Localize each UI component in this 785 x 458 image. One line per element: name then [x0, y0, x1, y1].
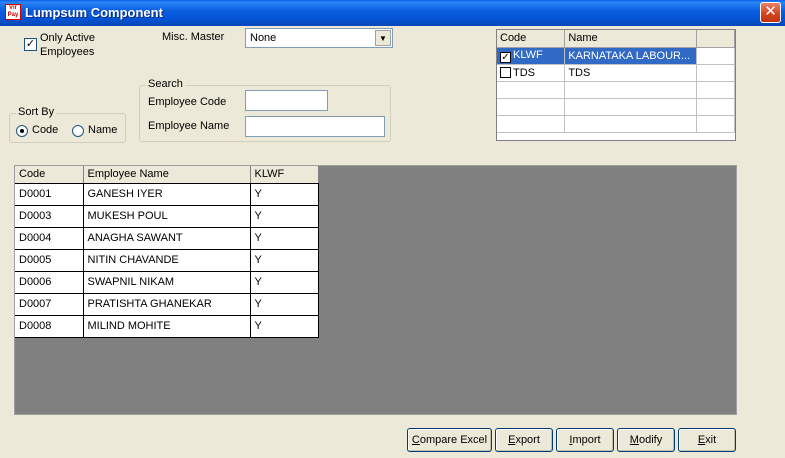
- employee-code-cell[interactable]: D0008: [15, 315, 84, 338]
- employee-grid-area[interactable]: Code Employee Name KLWF D0001 GANESH IYER…: [14, 165, 737, 415]
- employee-code-cell[interactable]: D0004: [15, 227, 84, 250]
- only-active-checkbox[interactable]: ✓: [24, 38, 37, 51]
- column-header-name[interactable]: Name: [564, 30, 698, 48]
- table-row[interactable]: D0008 MILIND MOHITE Y: [15, 315, 319, 338]
- column-header-employee-name[interactable]: Employee Name: [83, 166, 251, 184]
- klwf-cell[interactable]: Y: [250, 183, 319, 206]
- component-row[interactable]: TDS TDS: [497, 64, 735, 82]
- close-button[interactable]: ✕: [760, 2, 781, 23]
- lumpsum-component-window: Vir Pay Lumpsum Component ✕ ✓ Only Active…: [0, 0, 785, 458]
- table-row[interactable]: D0007 PRATISHTA GHANEKAR Y: [15, 293, 319, 316]
- checkbox-checked-icon[interactable]: ✓: [500, 51, 511, 63]
- employee-code-cell[interactable]: D0006: [15, 271, 84, 294]
- column-header-code[interactable]: Code: [15, 166, 84, 184]
- compare-excel-label: ompare Excel: [419, 434, 488, 446]
- misc-master-value: None: [250, 32, 277, 44]
- employee-code-input[interactable]: [245, 90, 328, 111]
- component-code: KLWF: [513, 48, 543, 61]
- title-bar[interactable]: Vir Pay Lumpsum Component ✕: [0, 0, 785, 26]
- component-grid[interactable]: Code Name ✓ KLWF KARNATAKA LABOUR... TDS …: [496, 29, 736, 141]
- column-header-blank: [696, 30, 735, 48]
- modify-button[interactable]: Modify: [617, 428, 675, 452]
- employee-name-cell[interactable]: SWAPNIL NIKAM: [83, 271, 251, 294]
- exit-button[interactable]: Exit: [678, 428, 736, 452]
- klwf-cell[interactable]: Y: [250, 249, 319, 272]
- employee-code-label: Employee Code: [148, 96, 227, 108]
- klwf-cell[interactable]: Y: [250, 227, 319, 250]
- employee-code-cell[interactable]: D0005: [15, 249, 84, 272]
- modify-label: odify: [638, 434, 663, 446]
- klwf-cell[interactable]: Y: [250, 205, 319, 228]
- employee-name-cell[interactable]: NITIN CHAVANDE: [83, 249, 251, 272]
- employee-code-cell[interactable]: D0003: [15, 205, 84, 228]
- employee-code-cell[interactable]: D0007: [15, 293, 84, 316]
- component-row[interactable]: ✓ KLWF KARNATAKA LABOUR...: [497, 47, 735, 65]
- klwf-cell[interactable]: Y: [250, 315, 319, 338]
- employee-name-cell[interactable]: ANAGHA SAWANT: [83, 227, 251, 250]
- component-grid-header: Code Name: [497, 30, 735, 48]
- table-row[interactable]: D0005 NITIN CHAVANDE Y: [15, 249, 319, 272]
- search-legend: Search: [146, 78, 185, 90]
- employee-grid[interactable]: Code Employee Name KLWF D0001 GANESH IYER…: [15, 166, 319, 338]
- sort-by-legend: Sort By: [16, 106, 57, 118]
- app-icon: Vir Pay: [5, 4, 21, 20]
- misc-master-label: Misc. Master: [162, 31, 225, 43]
- compare-excel-accel: C: [411, 434, 420, 446]
- import-label: mport: [572, 434, 601, 446]
- misc-master-select[interactable]: None ▼: [245, 28, 393, 48]
- component-code: TDS: [513, 66, 535, 79]
- employee-name-cell[interactable]: MUKESH POUL: [83, 205, 251, 228]
- component-code-cell[interactable]: ✓ KLWF: [497, 47, 566, 65]
- klwf-cell[interactable]: Y: [250, 293, 319, 316]
- import-button[interactable]: Import: [556, 428, 614, 452]
- export-label: xport: [515, 434, 540, 446]
- table-row[interactable]: D0006 SWAPNIL NIKAM Y: [15, 271, 319, 294]
- window-title: Lumpsum Component: [25, 5, 163, 20]
- employee-name-cell[interactable]: MILIND MOHITE: [83, 315, 251, 338]
- exit-label: xit: [705, 434, 717, 446]
- component-blank-cell: [696, 47, 735, 65]
- empty-row: [497, 98, 735, 116]
- klwf-cell[interactable]: Y: [250, 271, 319, 294]
- sort-name-radio[interactable]: [72, 125, 84, 137]
- empty-row: [497, 115, 735, 133]
- table-row[interactable]: D0001 GANESH IYER Y: [15, 183, 319, 206]
- checkbox-unchecked-icon[interactable]: [500, 66, 511, 78]
- component-name-cell[interactable]: KARNATAKA LABOUR...: [564, 47, 698, 65]
- employee-name-cell[interactable]: PRATISHTA GHANEKAR: [83, 293, 251, 316]
- modify-accel: M: [629, 434, 639, 446]
- employee-name-input[interactable]: [245, 116, 385, 137]
- employee-name-cell[interactable]: GANESH IYER: [83, 183, 251, 206]
- employee-grid-header: Code Employee Name KLWF: [15, 166, 319, 184]
- component-name-cell[interactable]: TDS: [564, 64, 698, 82]
- sort-name-label: Name: [88, 124, 118, 136]
- table-row[interactable]: D0003 MUKESH POUL Y: [15, 205, 319, 228]
- component-code-cell[interactable]: TDS: [497, 64, 566, 82]
- chevron-down-icon[interactable]: ▼: [375, 30, 391, 46]
- empty-row: [497, 81, 735, 99]
- employee-name-label: Employee Name: [148, 120, 230, 132]
- table-row[interactable]: D0004 ANAGHA SAWANT Y: [15, 227, 319, 250]
- only-active-label-line2: Employees: [40, 46, 95, 58]
- column-header-code[interactable]: Code: [497, 30, 566, 48]
- sort-code-label: Code: [32, 124, 59, 136]
- compare-excel-button[interactable]: Compare Excel: [407, 428, 492, 452]
- sort-code-radio[interactable]: [16, 125, 28, 137]
- export-button[interactable]: Export: [495, 428, 553, 452]
- component-blank-cell: [696, 64, 735, 82]
- employee-code-cell[interactable]: D0001: [15, 183, 84, 206]
- only-active-label-line1: Only Active: [40, 32, 96, 44]
- column-header-klwf[interactable]: KLWF: [250, 166, 319, 184]
